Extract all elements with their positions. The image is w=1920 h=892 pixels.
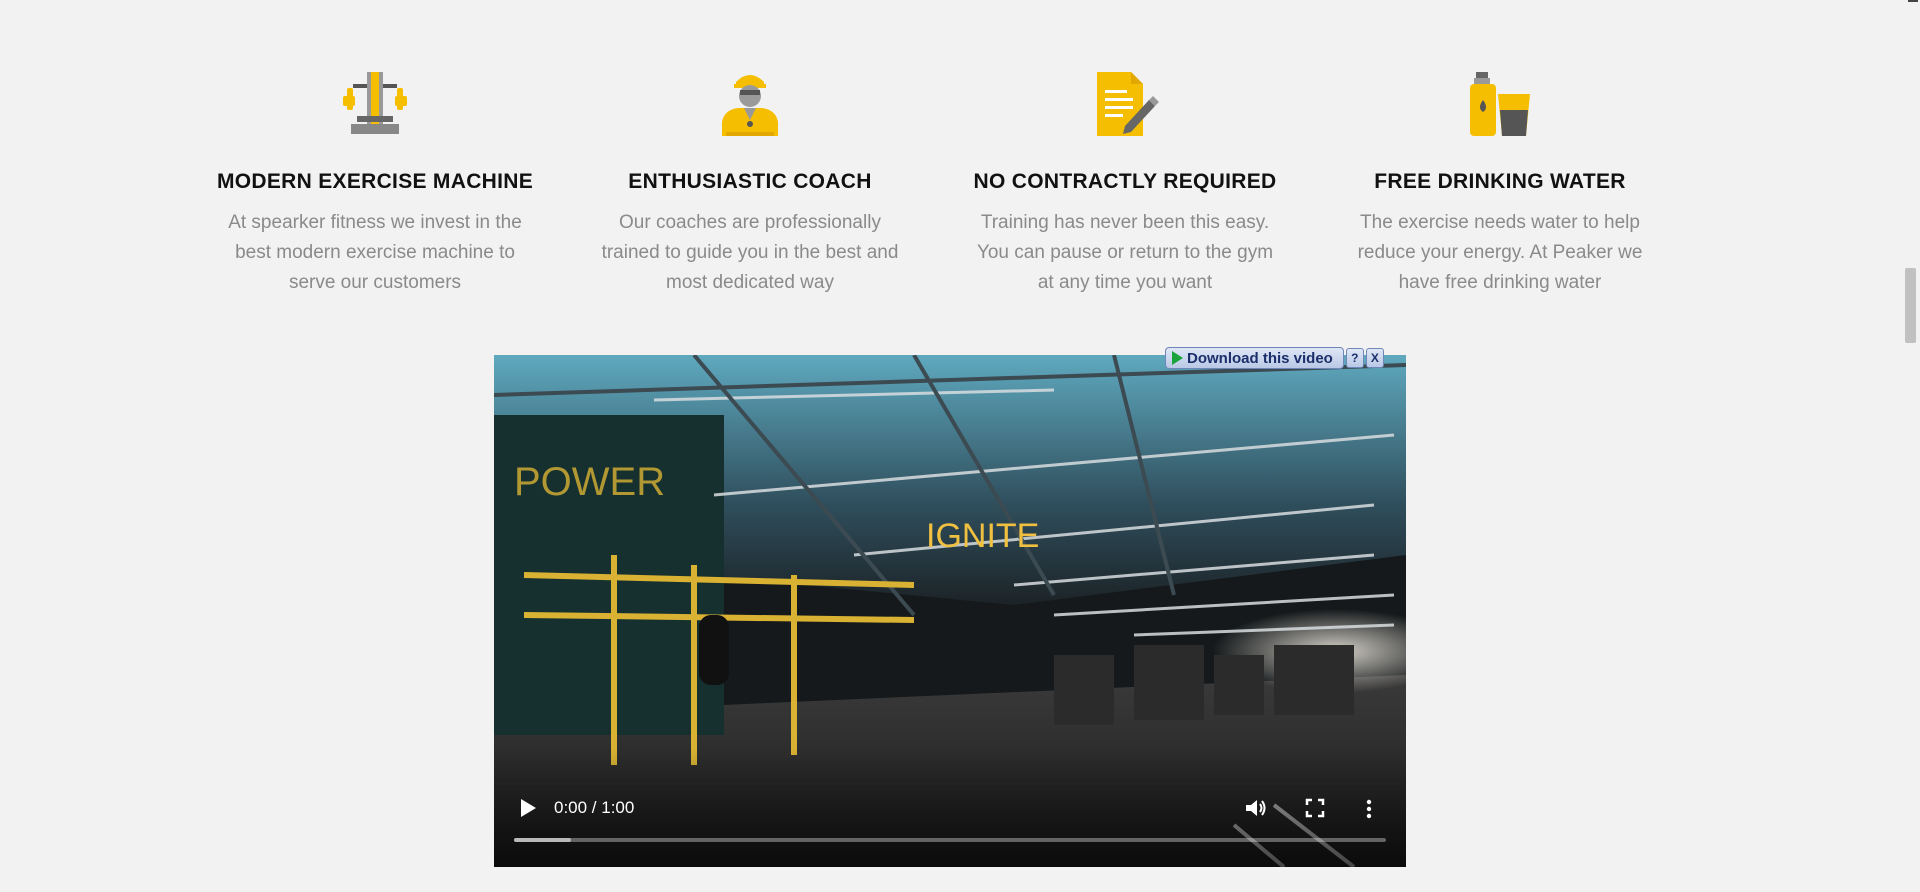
scrollbar-thumb[interactable] <box>1905 268 1916 343</box>
feature-title: ENTHUSIASTIC COACH <box>628 170 872 193</box>
page-scrollbar[interactable] <box>1900 0 1920 892</box>
more-options-icon[interactable] <box>1364 798 1374 820</box>
contract-icon <box>1091 70 1159 138</box>
water-bottle-icon <box>1466 70 1534 138</box>
exercise-machine-icon <box>341 70 409 138</box>
help-button[interactable]: ? <box>1345 348 1364 368</box>
corner-mark <box>1908 0 1918 2</box>
play-button[interactable] <box>518 797 538 819</box>
wall-sign: POWER <box>514 460 665 504</box>
fullscreen-icon[interactable] <box>1305 798 1325 818</box>
feature-description: The exercise needs water to help reduce … <box>1357 212 1643 293</box>
feature-description: Training has never been this easy. You c… <box>976 212 1274 293</box>
neon-sign: IGNITE <box>926 517 1039 555</box>
video-progress-bar[interactable] <box>514 838 1386 842</box>
feature-title: NO CONTRACTLY REQUIRED <box>973 170 1277 193</box>
feature-description: At spearker fitness we invest in the bes… <box>228 212 522 293</box>
feature-title: FREE DRINKING WATER <box>1374 170 1626 193</box>
coach-icon <box>716 70 784 138</box>
play-arrow-icon <box>1172 351 1183 365</box>
download-video-toolbar: Download this video ? X <box>1165 347 1384 369</box>
volume-icon[interactable] <box>1244 797 1268 819</box>
feature-title: MODERN EXERCISE MACHINE <box>216 170 534 193</box>
buffered-bar <box>514 838 571 842</box>
time-display: 0:00 / 1:00 <box>554 798 635 817</box>
close-button[interactable]: X <box>1365 348 1384 368</box>
feature-description: Our coaches are professionally trained t… <box>601 212 899 293</box>
download-label: Download this video <box>1187 349 1333 367</box>
features-section: MODERN EXERCISE MACHINE At spearker fitn… <box>210 0 1710 300</box>
download-video-button[interactable]: Download this video <box>1165 347 1344 369</box>
gym-video-player[interactable]: IGNITE POWER 0:00 / 1:00 <box>494 355 1406 867</box>
